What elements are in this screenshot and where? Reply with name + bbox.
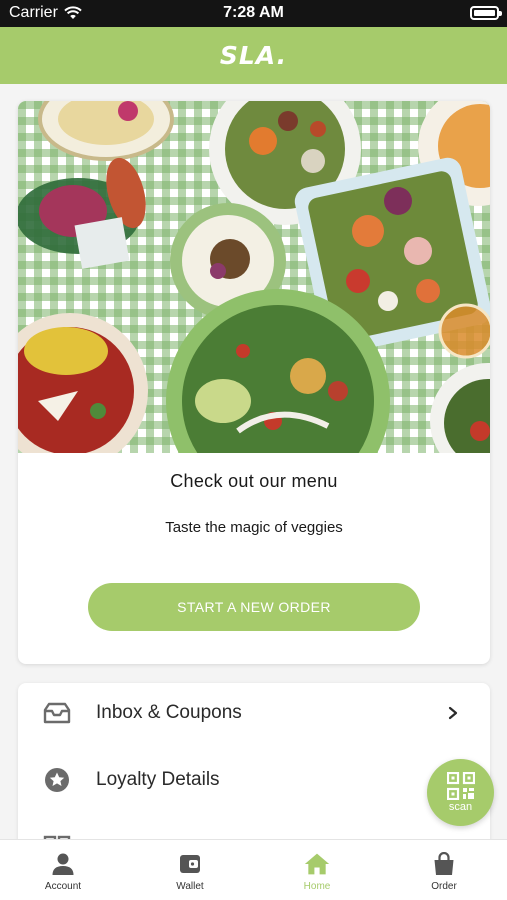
inbox-icon bbox=[43, 699, 71, 727]
tab-order[interactable]: Order bbox=[381, 840, 507, 900]
battery-icon bbox=[470, 6, 502, 20]
tab-label: Order bbox=[431, 881, 457, 892]
account-links-list: Inbox & Coupons Loyalty Details bbox=[18, 683, 490, 843]
menu-card-subtitle: Taste the magic of veggies bbox=[165, 519, 343, 536]
qr-code-icon bbox=[446, 772, 475, 800]
tab-label: Home bbox=[303, 881, 331, 892]
scan-label: scan bbox=[448, 801, 473, 813]
wallet-icon bbox=[177, 851, 203, 877]
app-header: SLA. bbox=[0, 27, 507, 84]
status-time: 7:28 AM bbox=[223, 4, 284, 21]
scan-button[interactable]: scan bbox=[427, 759, 494, 826]
bottom-tab-bar: Account Wallet Home Order bbox=[0, 839, 507, 900]
chevron-right-icon bbox=[448, 706, 458, 720]
list-item-label: Inbox & Coupons bbox=[96, 702, 242, 723]
list-item-label: Loyalty Details bbox=[96, 769, 220, 790]
brand-logo: SLA. bbox=[219, 41, 288, 70]
person-icon bbox=[50, 851, 76, 877]
menu-card-title: Check out our menu bbox=[170, 471, 338, 491]
hero-food-image bbox=[18, 101, 490, 453]
list-item-inbox-coupons[interactable]: Inbox & Coupons bbox=[18, 683, 490, 743]
tab-account[interactable]: Account bbox=[0, 840, 126, 900]
star-badge-icon bbox=[43, 766, 71, 794]
tab-wallet[interactable]: Wallet bbox=[127, 840, 253, 900]
shopping-bag-icon bbox=[431, 851, 457, 877]
start-new-order-button[interactable]: START A NEW ORDER bbox=[88, 583, 420, 631]
tab-home[interactable]: Home bbox=[254, 840, 380, 900]
home-icon bbox=[304, 851, 330, 877]
menu-card: Check out our menu Taste the magic of ve… bbox=[18, 101, 490, 664]
status-bar: Carrier 7:28 AM bbox=[0, 0, 507, 27]
list-item-loyalty-details[interactable]: Loyalty Details bbox=[18, 750, 490, 810]
app-screen: Carrier 7:28 AM SLA. Check out our menu … bbox=[0, 0, 507, 900]
tab-label: Account bbox=[44, 881, 82, 892]
tab-label: Wallet bbox=[176, 881, 204, 892]
